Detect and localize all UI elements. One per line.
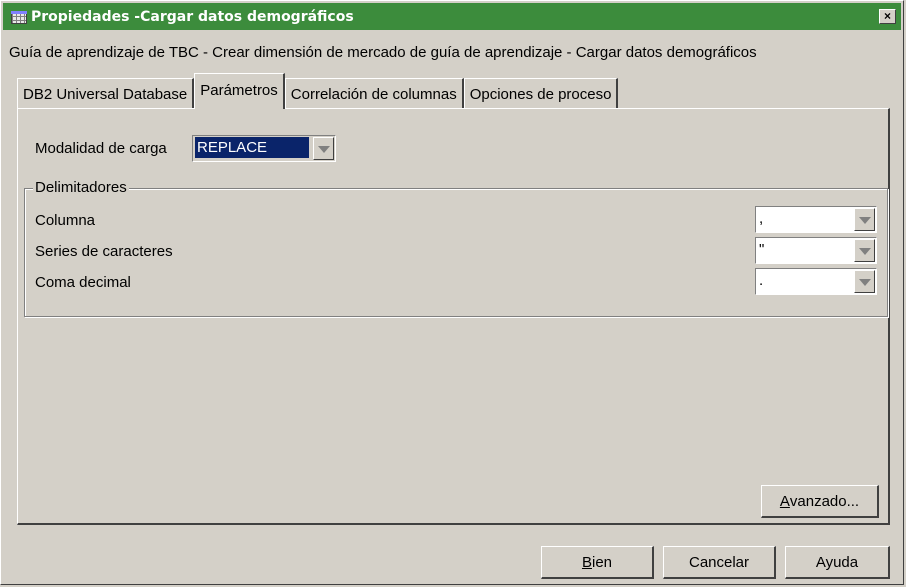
chevron-down-icon[interactable] <box>854 239 875 262</box>
column-delimiter-label: Columna <box>35 212 96 229</box>
delimiters-legend: Delimitadores <box>33 179 129 196</box>
tab-strip: DB2 Universal Database Parámetros Correl… <box>17 73 619 109</box>
decimal-point-value: . <box>759 272 764 289</box>
tab-opciones-proceso[interactable]: Opciones de proceso <box>463 78 619 109</box>
string-delimiter-label: Series de caracteres <box>35 243 173 260</box>
chevron-down-icon[interactable] <box>313 137 334 160</box>
object-path: Guía de aprendizaje de TBC - Crear dimen… <box>9 44 757 61</box>
table-grid-icon <box>11 9 27 25</box>
title-bar[interactable]: Propiedades -Cargar datos demográficos × <box>3 3 901 30</box>
decimal-point-select[interactable]: . <box>755 268 877 295</box>
tab-db2-universal-database[interactable]: DB2 Universal Database <box>17 78 195 109</box>
chevron-down-icon[interactable] <box>854 208 875 231</box>
load-mode-select[interactable]: REPLACE <box>192 135 336 162</box>
close-button[interactable]: × <box>879 9 896 24</box>
column-delimiter-value: , <box>759 210 764 227</box>
load-mode-value: REPLACE <box>195 137 309 158</box>
cancel-button[interactable]: Cancelar <box>663 546 776 579</box>
tab-correlacion-columnas[interactable]: Correlación de columnas <box>284 78 464 109</box>
window-title: Propiedades -Cargar datos demográficos <box>31 8 354 25</box>
string-delimiter-value: " <box>759 241 765 258</box>
advanced-button[interactable]: Avanzado... <box>761 485 879 518</box>
decimal-point-label: Coma decimal <box>35 274 131 291</box>
column-delimiter-select[interactable]: , <box>755 206 877 233</box>
tab-parametros[interactable]: Parámetros <box>194 73 285 109</box>
ok-button[interactable]: Bien <box>541 546 654 579</box>
load-mode-label: Modalidad de carga <box>35 140 167 157</box>
help-button[interactable]: Ayuda <box>785 546 890 579</box>
string-delimiter-select[interactable]: " <box>755 237 877 264</box>
properties-dialog: Propiedades -Cargar datos demográficos ×… <box>0 0 904 585</box>
chevron-down-icon[interactable] <box>854 270 875 293</box>
